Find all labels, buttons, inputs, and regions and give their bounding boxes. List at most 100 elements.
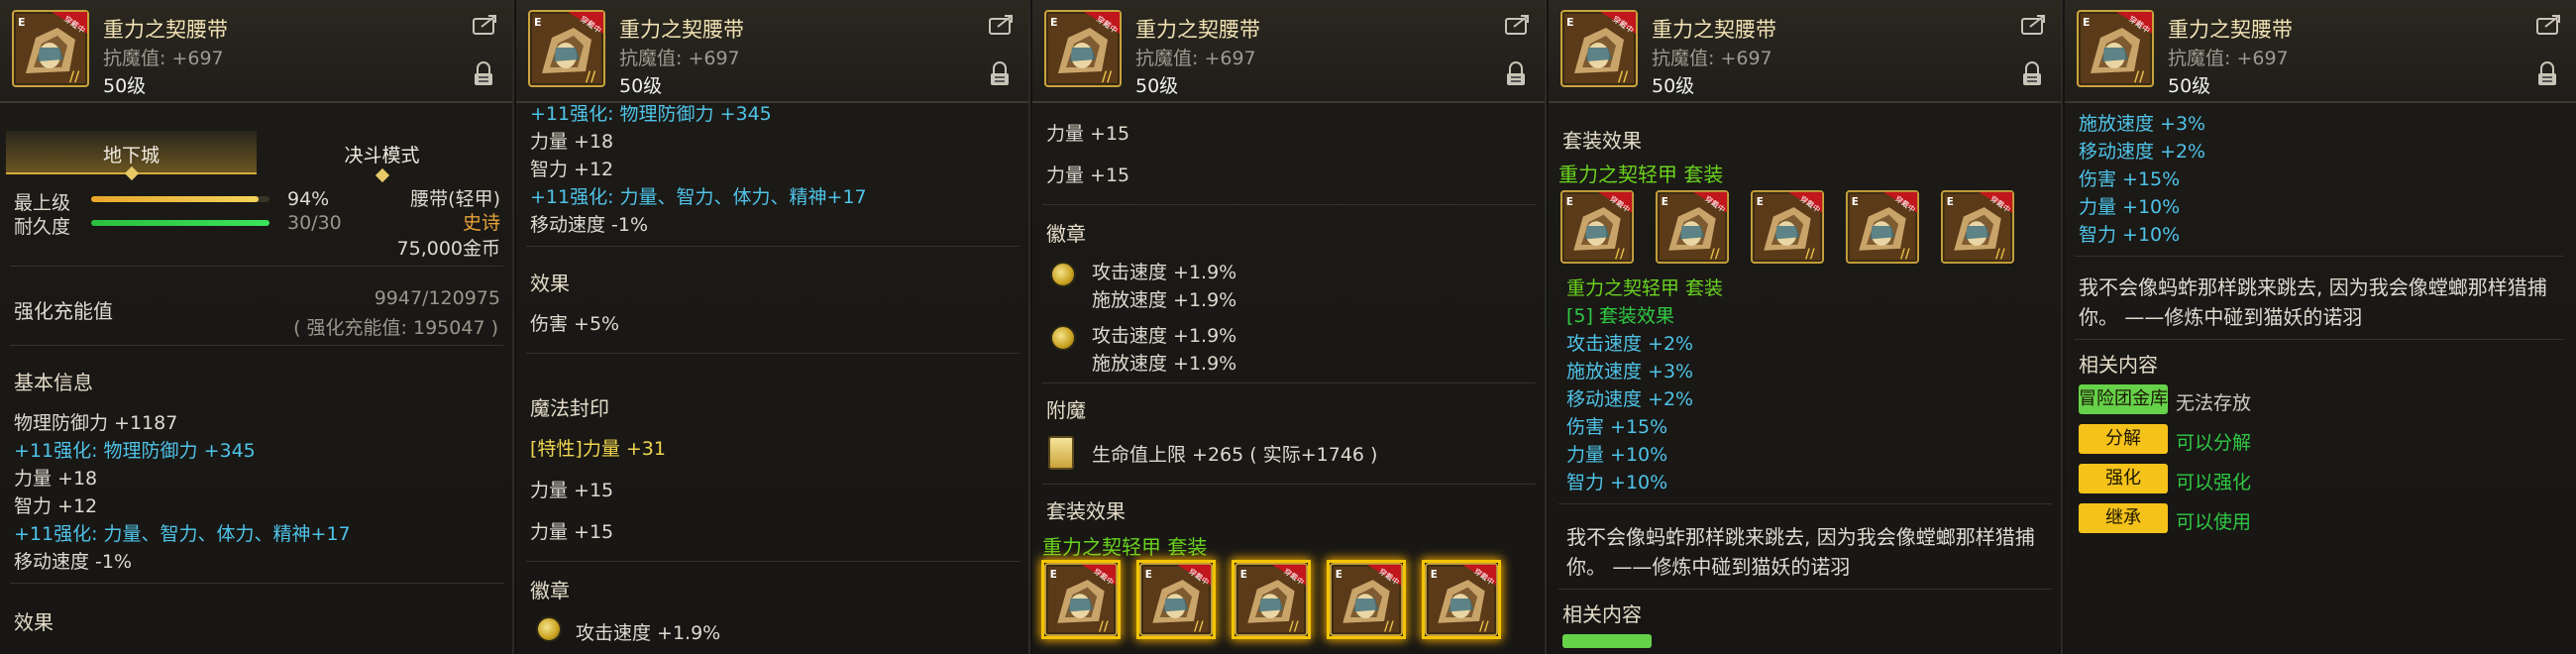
item-stat: 抗魔值: +697 — [1652, 48, 1772, 69]
stat-line: 智力 +12 — [14, 495, 98, 517]
enhance-button[interactable]: 强化 — [2079, 464, 2168, 493]
seal-value: 力量 +31 — [582, 438, 666, 460]
item-level: 50级 — [2168, 75, 2211, 97]
emblem-line: 攻击速度 +1.9% — [576, 622, 721, 644]
charge-total: ( 强化充能值: 195047 ) — [293, 317, 498, 339]
item-type: 腰带(轻甲) — [410, 188, 500, 210]
magic-seal-title: 魔法封印 — [530, 396, 609, 420]
set-piece-5-icon[interactable] — [1941, 190, 2014, 264]
tooltip-header: 重力之契腰带 抗魔值: +697 50级 — [516, 0, 1028, 103]
share-icon[interactable] — [989, 14, 1015, 36]
set-piece-3-icon[interactable] — [1234, 563, 1308, 636]
tooltip-header: 重力之契腰带 抗魔值: +697 50级 — [1032, 0, 1545, 103]
set-name: 重力之契轻甲 套装 — [1042, 535, 1208, 559]
stat-line: 力量 +18 — [530, 131, 614, 153]
durability-label: 耐久度 — [14, 216, 71, 238]
tooltip-body: +11强化: 物理防御力 +345 力量 +18 智力 +12 +11强化: 力… — [516, 105, 1028, 654]
tab-pvp[interactable]: 决斗模式 — [257, 131, 507, 183]
tab-diamond-icon — [375, 167, 389, 183]
divider — [10, 583, 503, 584]
emblem-icon — [1050, 262, 1076, 287]
lock-icon[interactable] — [1505, 61, 1527, 87]
item-name: 重力之契腰带 — [619, 18, 744, 42]
set-effect-title: 套装效果 — [1562, 129, 1642, 153]
divider — [526, 246, 1020, 247]
set-piece-2-icon[interactable] — [1656, 190, 1729, 264]
stat-line-cut: +11强化: 物理防御力 +345 — [530, 105, 772, 125]
set-bonus: 施放速度 +3% — [1566, 361, 1694, 382]
set-bonus: 力量 +10% — [2079, 196, 2181, 218]
set-piece-1-icon[interactable] — [1044, 563, 1118, 636]
emblem-icon — [536, 616, 562, 642]
related-title: 相关内容 — [1562, 602, 1642, 626]
belt-item-icon — [1560, 10, 1638, 87]
inherit-status: 可以使用 — [2176, 511, 2252, 533]
emblem-title: 徽章 — [1046, 222, 1086, 246]
grade-label: 最上级 — [14, 192, 71, 214]
set-bonus: 攻击速度 +2% — [1566, 333, 1694, 355]
set-piece-3-icon[interactable] — [1751, 190, 1824, 264]
set-count: [5] 套装效果 — [1566, 305, 1674, 327]
share-icon[interactable] — [2536, 14, 2562, 36]
seal-line: 力量 +15 — [530, 521, 614, 543]
tab-dungeon[interactable]: 地下城 — [6, 131, 257, 181]
enhance-status: 可以强化 — [2176, 472, 2252, 493]
divider — [10, 345, 503, 346]
share-icon[interactable] — [1505, 14, 1531, 36]
seal-line: 力量 +15 — [1046, 123, 1130, 145]
share-icon[interactable] — [473, 14, 498, 36]
divider — [10, 266, 503, 267]
adventure-vault-button[interactable]: 冒险团金库 — [2079, 384, 2168, 414]
tooltip-header: 重力之契腰带 抗魔值: +697 50级 — [2065, 0, 2576, 103]
disassemble-button[interactable]: 分解 — [2079, 424, 2168, 454]
set-bonus: 伤害 +15% — [2079, 168, 2181, 190]
seal-line: [特性]力量 +31 — [530, 434, 666, 461]
set-bonus: 力量 +10% — [1566, 444, 1668, 466]
effect-title: 效果 — [530, 272, 570, 295]
divider — [526, 561, 1020, 562]
tooltip-body: 地下城 决斗模式 最上级 94% 耐久度 30/30 腰带(轻甲) 史诗 75,… — [0, 105, 512, 654]
flavor-text-line: 你。 ——修炼中碰到猫妖的诺羽 — [2079, 305, 2363, 329]
lock-icon[interactable] — [473, 61, 494, 87]
item-tooltip-panel-4: 重力之契腰带 抗魔值: +697 50级 套装效果 重力之契轻甲 套装 重力之契… — [1549, 0, 2063, 654]
tooltip-header: 重力之契腰带 抗魔值: +697 50级 — [0, 0, 512, 103]
set-piece-4-icon[interactable] — [1846, 190, 1919, 264]
enchant-card-icon — [1048, 436, 1074, 470]
flavor-text-line: 我不会像蚂蚱那样跳来跳去, 因为我会像螳螂那样猎捕 — [2079, 275, 2547, 299]
seal-line: 力量 +15 — [530, 480, 614, 501]
vault-status: 无法存放 — [2176, 392, 2252, 414]
set-piece-5-icon[interactable] — [1425, 563, 1498, 636]
set-effect-title: 套装效果 — [1046, 499, 1126, 523]
divider — [1042, 204, 1536, 205]
set-piece-4-icon[interactable] — [1330, 563, 1403, 636]
set-bonus: 智力 +10% — [1566, 472, 1668, 493]
set-piece-2-icon[interactable] — [1139, 563, 1213, 636]
inherit-button[interactable]: 继承 — [2079, 503, 2168, 533]
share-icon[interactable] — [2021, 14, 2047, 36]
seal-line: 力量 +15 — [1046, 164, 1130, 186]
tooltip-body: 力量 +15 力量 +15 徽章 攻击速度 +1.9% 施放速度 +1.9% 攻… — [1032, 105, 1545, 654]
set-piece-1-icon[interactable] — [1560, 190, 1634, 264]
lock-icon[interactable] — [2536, 61, 2558, 87]
divider — [2075, 339, 2564, 340]
related-button-cut[interactable] — [1562, 634, 1652, 648]
emblem-line: 攻击速度 +1.9% — [1092, 325, 1237, 347]
tooltip-strip: 重力之契腰带 抗魔值: +697 50级 地下城 决斗模式 最上级 94% 耐久… — [0, 0, 2576, 654]
grade-percent: 94% — [287, 188, 330, 210]
lock-icon[interactable] — [2021, 61, 2043, 87]
durability-value: 30/30 — [287, 212, 342, 234]
divider — [1042, 382, 1536, 383]
belt-item-icon — [528, 10, 605, 87]
divider — [1042, 484, 1536, 485]
stat-line: 智力 +12 — [530, 159, 614, 180]
item-tooltip-panel-3: 重力之契腰带 抗魔值: +697 50级 力量 +15 力量 +15 徽章 攻击… — [1032, 0, 1547, 654]
stat-line: 物理防御力 +1187 — [14, 412, 178, 434]
lock-icon[interactable] — [989, 61, 1011, 87]
emblem-title: 徽章 — [530, 579, 570, 602]
divider — [2075, 256, 2564, 257]
set-bonus: 智力 +10% — [2079, 224, 2181, 246]
item-tooltip-panel-2: 重力之契腰带 抗魔值: +697 50级 +11强化: 物理防御力 +345 力… — [516, 0, 1030, 654]
item-level: 50级 — [1652, 75, 1695, 97]
related-title: 相关内容 — [2079, 353, 2158, 377]
item-name: 重力之契腰带 — [2168, 18, 2293, 42]
